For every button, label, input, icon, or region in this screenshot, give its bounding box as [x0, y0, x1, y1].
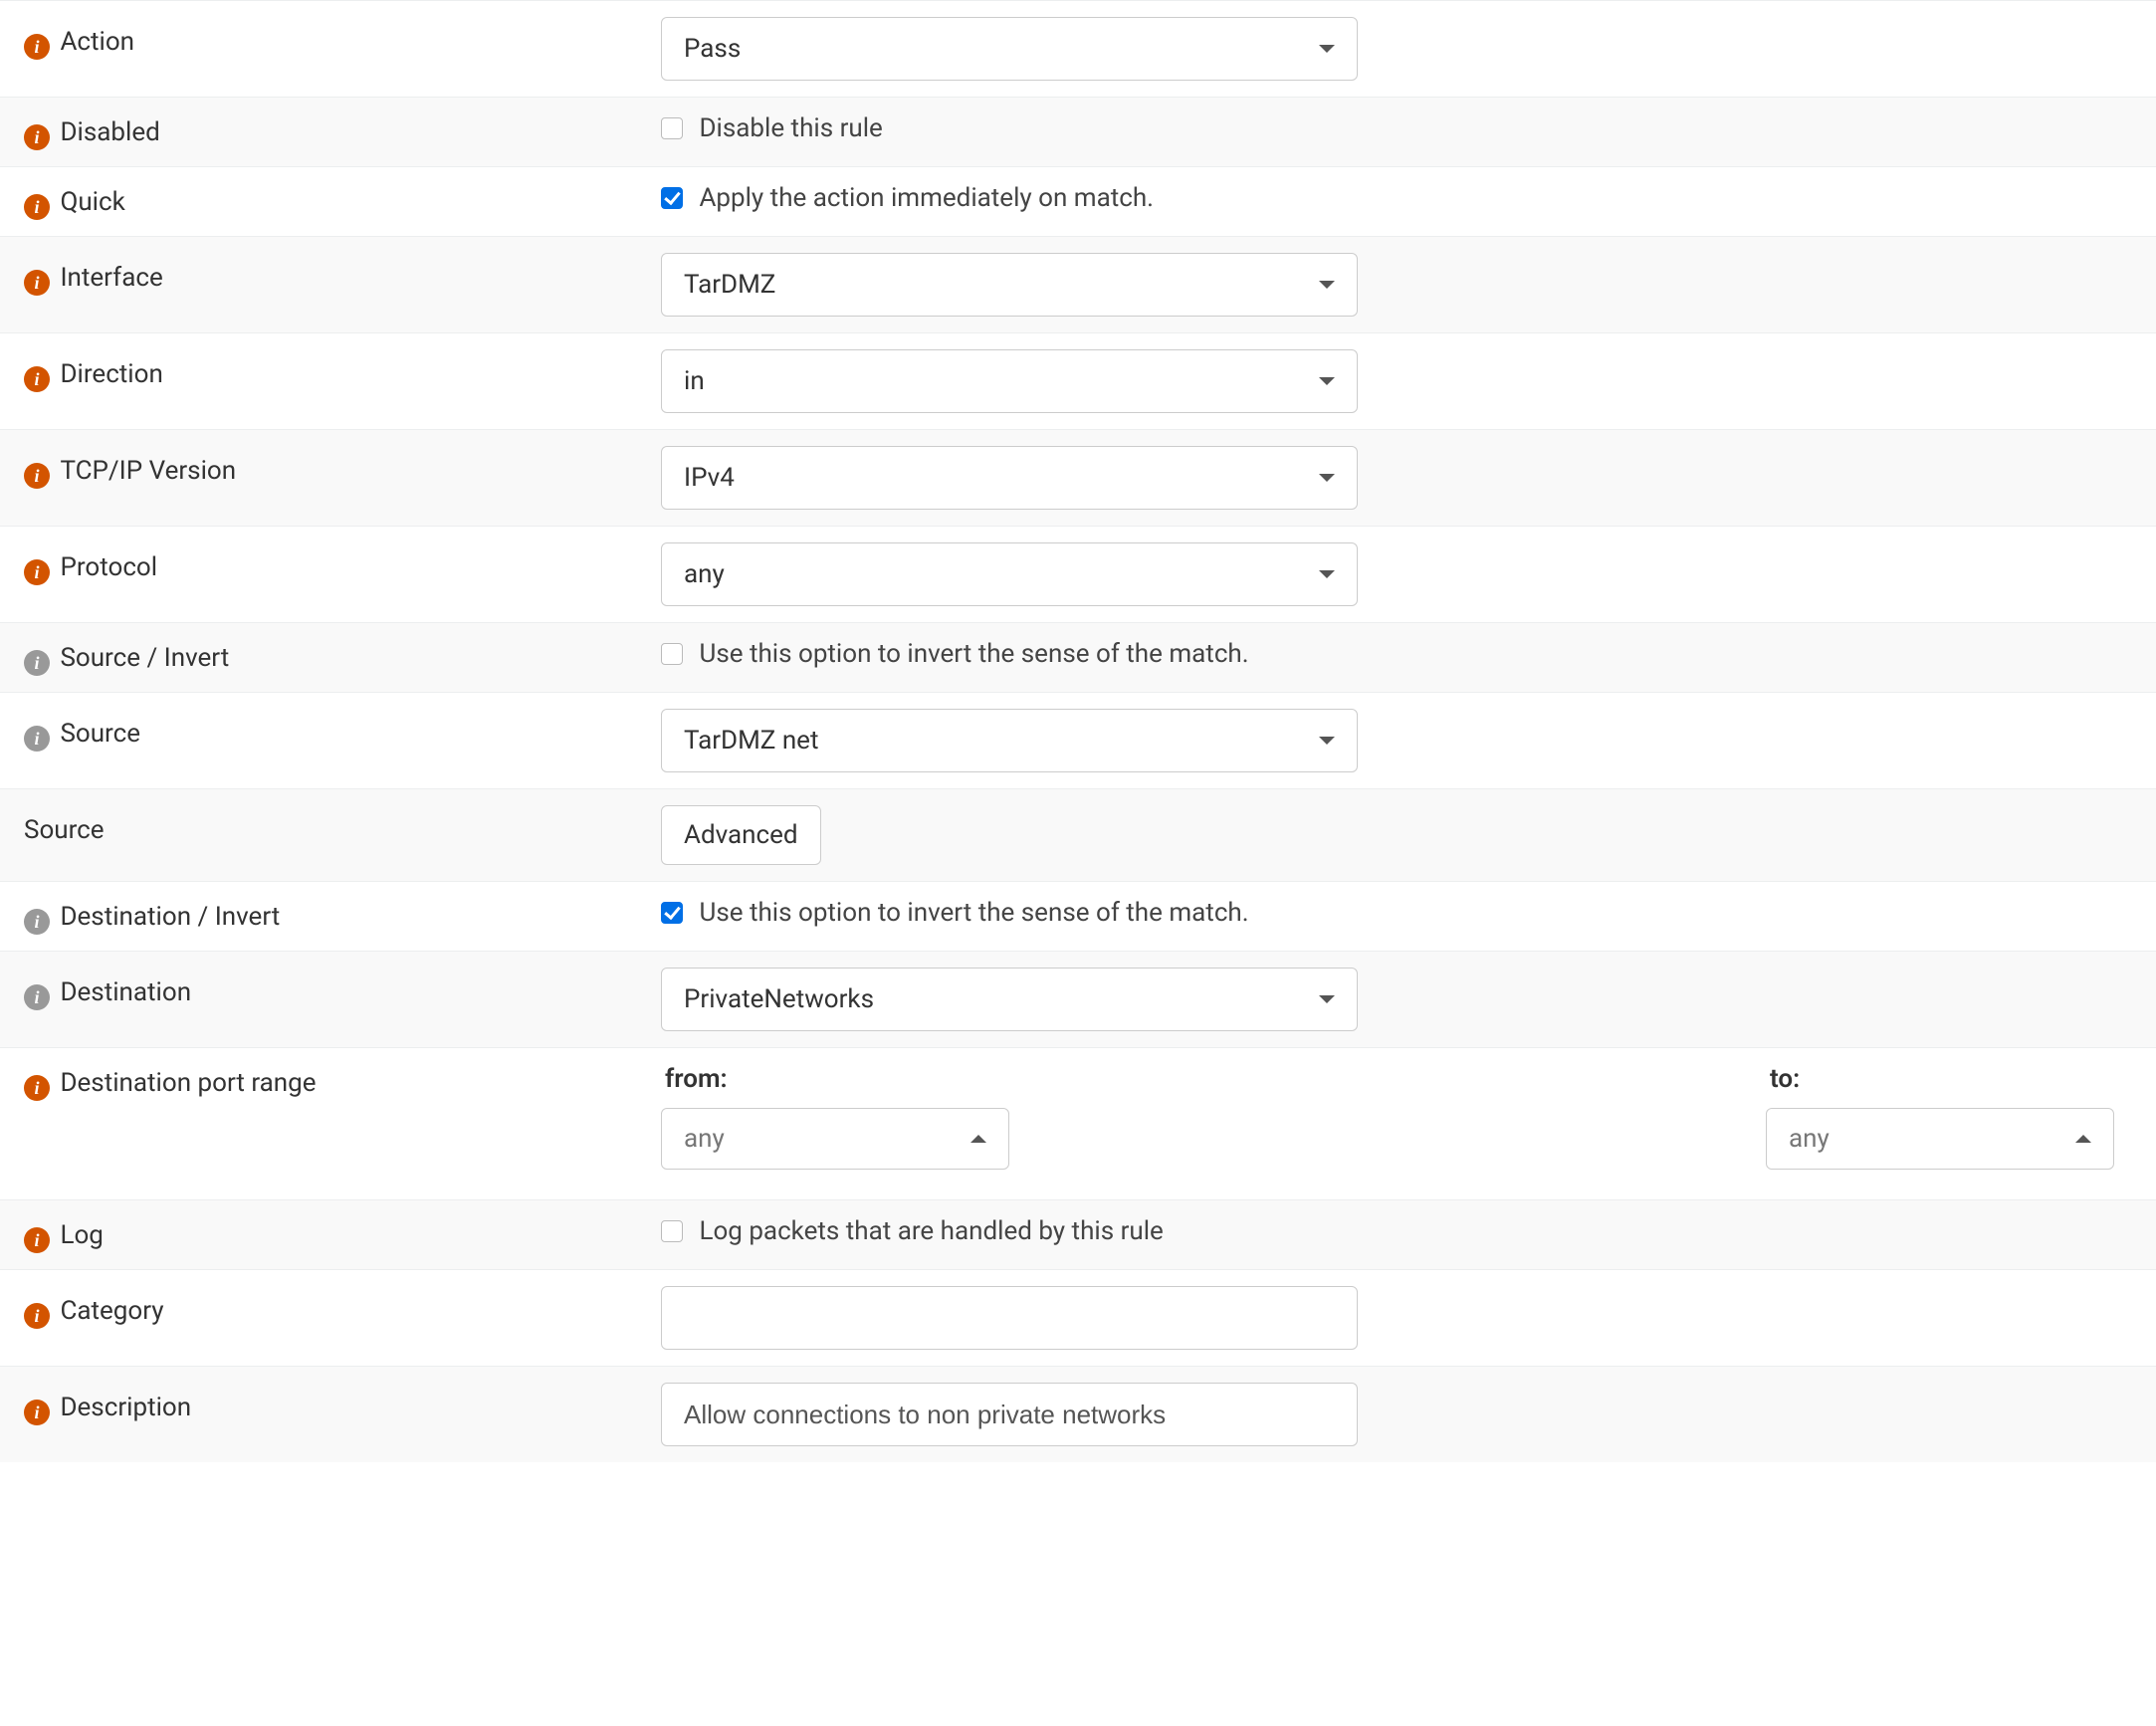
- quick-checkbox[interactable]: [661, 187, 683, 209]
- info-icon[interactable]: i: [24, 726, 50, 752]
- info-icon[interactable]: i: [24, 650, 50, 676]
- disabled-checkbox-wrap[interactable]: Disable this rule: [661, 113, 883, 143]
- log-checkbox-wrap[interactable]: Log packets that are handled by this rul…: [661, 1216, 1164, 1246]
- quick-checkbox-wrap[interactable]: Apply the action immediately on match.: [661, 183, 1154, 213]
- destination-select[interactable]: PrivateNetworks: [661, 968, 1358, 1031]
- port-from-value: any: [684, 1124, 725, 1154]
- info-icon[interactable]: i: [24, 1227, 50, 1253]
- destination-invert-checkbox-text: Use this option to invert the sense of t…: [699, 898, 1248, 928]
- row-source: i Source TarDMZ net: [0, 693, 2156, 789]
- row-source-invert: i Source / Invert Use this option to inv…: [0, 623, 2156, 693]
- destination-select-value: PrivateNetworks: [684, 984, 874, 1014]
- row-log: i Log Log packets that are handled by th…: [0, 1200, 2156, 1270]
- direction-select[interactable]: in: [661, 349, 1358, 413]
- protocol-select[interactable]: any: [661, 542, 1358, 606]
- protocol-select-value: any: [684, 559, 725, 589]
- row-ipversion: i TCP/IP Version IPv4: [0, 430, 2156, 527]
- port-to-select[interactable]: any: [1766, 1108, 2114, 1170]
- row-interface: i Interface TarDMZ: [0, 237, 2156, 333]
- row-disabled: i Disabled Disable this rule: [0, 98, 2156, 167]
- source-invert-checkbox-wrap[interactable]: Use this option to invert the sense of t…: [661, 639, 1249, 669]
- port-from-label: from:: [661, 1064, 1716, 1094]
- ipversion-select[interactable]: IPv4: [661, 446, 1358, 510]
- row-category: i Category: [0, 1270, 2156, 1367]
- caret-down-icon: [1319, 995, 1335, 1003]
- info-icon[interactable]: i: [24, 984, 50, 1010]
- log-checkbox-text: Log packets that are handled by this rul…: [699, 1216, 1163, 1246]
- description-input[interactable]: [661, 1383, 1358, 1446]
- label-action: Action: [60, 27, 134, 57]
- caret-up-icon: [970, 1135, 986, 1143]
- label-category: Category: [60, 1296, 163, 1326]
- row-source-advanced: Source Advanced: [0, 789, 2156, 882]
- label-destination-port-range: Destination port range: [60, 1068, 316, 1098]
- label-destination-invert: Destination / Invert: [60, 902, 280, 932]
- caret-down-icon: [1319, 570, 1335, 578]
- interface-select-value: TarDMZ: [684, 270, 775, 300]
- label-interface: Interface: [60, 263, 162, 293]
- info-icon[interactable]: i: [24, 909, 50, 935]
- category-input[interactable]: [661, 1286, 1358, 1350]
- label-source: Source: [60, 719, 140, 749]
- action-select-value: Pass: [684, 34, 741, 64]
- label-quick: Quick: [60, 187, 124, 217]
- caret-down-icon: [1319, 45, 1335, 53]
- caret-up-icon: [2075, 1135, 2091, 1143]
- label-source-advanced: Source: [24, 815, 105, 845]
- info-icon[interactable]: i: [24, 463, 50, 489]
- info-icon[interactable]: i: [24, 1400, 50, 1425]
- row-destination: i Destination PrivateNetworks: [0, 952, 2156, 1048]
- label-direction: Direction: [60, 359, 162, 389]
- caret-down-icon: [1319, 737, 1335, 745]
- port-from-select[interactable]: any: [661, 1108, 1009, 1170]
- label-destination: Destination: [60, 977, 191, 1007]
- ipversion-select-value: IPv4: [684, 463, 735, 493]
- info-icon[interactable]: i: [24, 270, 50, 296]
- source-select[interactable]: TarDMZ net: [661, 709, 1358, 772]
- label-disabled: Disabled: [60, 117, 159, 147]
- disabled-checkbox[interactable]: [661, 117, 683, 139]
- info-icon[interactable]: i: [24, 1303, 50, 1329]
- caret-down-icon: [1319, 377, 1335, 385]
- info-icon[interactable]: i: [24, 194, 50, 220]
- info-icon[interactable]: i: [24, 34, 50, 60]
- row-destination-invert: i Destination / Invert Use this option t…: [0, 882, 2156, 952]
- disabled-checkbox-text: Disable this rule: [699, 113, 882, 143]
- row-destination-port-range: i Destination port range from: any to: a…: [0, 1048, 2156, 1200]
- interface-select[interactable]: TarDMZ: [661, 253, 1358, 317]
- quick-checkbox-text: Apply the action immediately on match.: [699, 183, 1154, 213]
- row-protocol: i Protocol any: [0, 527, 2156, 623]
- destination-invert-checkbox[interactable]: [661, 902, 683, 924]
- label-source-invert: Source / Invert: [60, 643, 229, 673]
- info-icon[interactable]: i: [24, 124, 50, 150]
- label-protocol: Protocol: [60, 552, 157, 582]
- caret-down-icon: [1319, 474, 1335, 482]
- action-select[interactable]: Pass: [661, 17, 1358, 81]
- row-quick: i Quick Apply the action immediately on …: [0, 167, 2156, 237]
- info-icon[interactable]: i: [24, 1075, 50, 1101]
- label-description: Description: [60, 1393, 191, 1422]
- source-select-value: TarDMZ net: [684, 726, 818, 755]
- source-invert-checkbox-text: Use this option to invert the sense of t…: [699, 639, 1248, 669]
- info-icon[interactable]: i: [24, 366, 50, 392]
- row-action: i Action Pass: [0, 1, 2156, 98]
- destination-invert-checkbox-wrap[interactable]: Use this option to invert the sense of t…: [661, 898, 1249, 928]
- source-advanced-button[interactable]: Advanced: [661, 805, 821, 865]
- label-log: Log: [60, 1220, 103, 1250]
- port-to-value: any: [1789, 1124, 1830, 1154]
- info-icon[interactable]: i: [24, 559, 50, 585]
- row-direction: i Direction in: [0, 333, 2156, 430]
- label-ipversion: TCP/IP Version: [60, 456, 236, 486]
- row-description: i Description: [0, 1367, 2156, 1463]
- source-advanced-button-text: Advanced: [684, 820, 798, 850]
- port-to-label: to:: [1766, 1064, 2114, 1094]
- source-invert-checkbox[interactable]: [661, 643, 683, 665]
- direction-select-value: in: [684, 366, 705, 396]
- log-checkbox[interactable]: [661, 1220, 683, 1242]
- caret-down-icon: [1319, 281, 1335, 289]
